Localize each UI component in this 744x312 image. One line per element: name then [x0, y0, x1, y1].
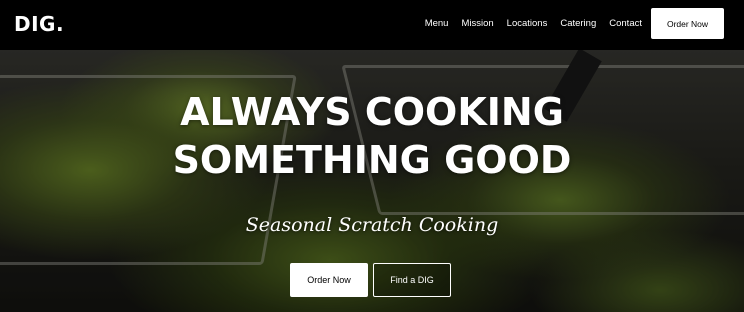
hero-order-now-button[interactable]: Order Now	[290, 263, 368, 297]
nav-link-contact[interactable]: Contact	[609, 18, 642, 29]
hero-find-a-dig-button[interactable]: Find a DIG	[373, 263, 451, 297]
hero-headline-line-2: SOMETHING GOOD	[172, 138, 572, 182]
hero-tagline: Seasonal Scratch Cooking	[245, 214, 499, 236]
nav-link-catering[interactable]: Catering	[560, 18, 596, 29]
hero-section: ALWAYS COOKING SOMETHING GOOD Seasonal S…	[0, 50, 744, 312]
nav-link-mission[interactable]: Mission	[461, 18, 493, 29]
nav-order-now-button[interactable]: Order Now	[651, 8, 724, 39]
top-navigation: DIG. Menu Mission Locations Catering Con…	[0, 0, 744, 50]
nav-links: Menu Mission Locations Catering Contact	[425, 18, 642, 29]
hero-headline: ALWAYS COOKING SOMETHING GOOD	[0, 88, 744, 184]
nav-link-menu[interactable]: Menu	[425, 18, 449, 29]
hero-headline-line-1: ALWAYS COOKING	[180, 90, 564, 134]
nav-link-locations[interactable]: Locations	[507, 18, 548, 29]
dig-logo[interactable]: DIG.	[14, 12, 64, 36]
